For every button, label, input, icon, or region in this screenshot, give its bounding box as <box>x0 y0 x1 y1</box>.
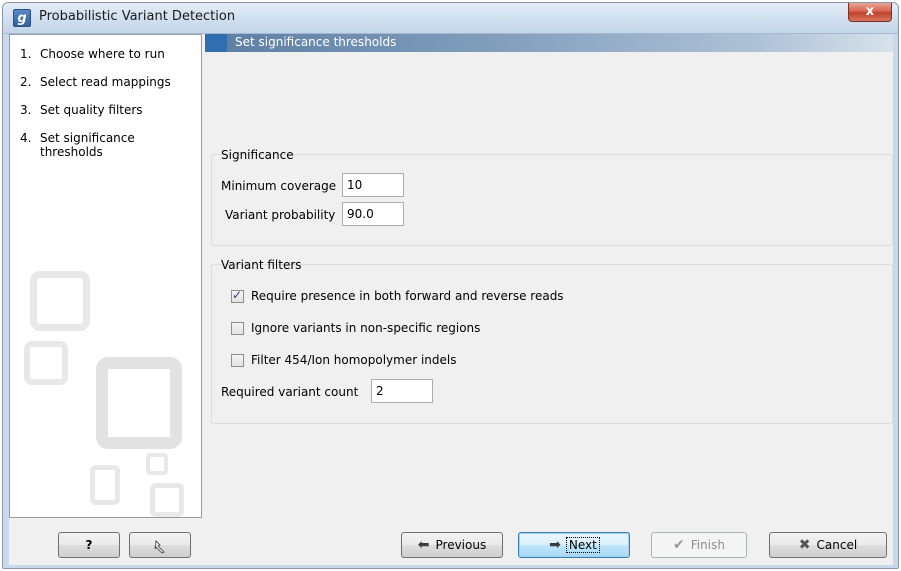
question-mark-icon: ? <box>85 538 93 552</box>
step-label: Select read mappings <box>40 75 171 89</box>
step-label: Set significance thresholds <box>40 131 135 159</box>
wizard-content: Set significance thresholds Significance… <box>205 34 893 518</box>
x-close-icon: ✖ <box>798 537 811 553</box>
next-button[interactable]: ➡ Next <box>518 532 630 558</box>
watermark-square-icon <box>96 357 182 449</box>
dialog-window: g Probabilistic Variant Detection x 1. Ch… <box>2 2 899 569</box>
arrow-left-icon: ⬅ <box>417 537 430 553</box>
minimum-coverage-label: Minimum coverage <box>221 179 337 193</box>
filter-homopolymer-checkbox[interactable] <box>231 354 244 367</box>
next-label: Next <box>565 537 600 553</box>
checkmark-icon: ✔ <box>673 537 685 553</box>
help-button[interactable]: ? <box>58 532 120 558</box>
header-accent <box>205 34 227 52</box>
watermark-square-icon <box>90 465 120 505</box>
variant-filters-group <box>211 264 893 424</box>
previous-label: Previous <box>435 538 487 552</box>
minimum-coverage-input[interactable]: 10 <box>342 173 404 197</box>
close-button[interactable]: x <box>848 3 892 22</box>
dialog-footer: ? ⬅ Previous ➡ Next ✔ Finish ✖ Cancel <box>9 518 893 565</box>
step-label: Choose where to run <box>40 47 165 61</box>
require-forward-reverse-label[interactable]: Require presence in both forward and rev… <box>251 289 564 303</box>
step-number: 4. <box>20 131 32 145</box>
watermark-square-icon <box>30 271 90 331</box>
step-label: Set quality filters <box>40 103 143 117</box>
window-title: Probabilistic Variant Detection <box>39 9 236 24</box>
watermark-square-icon <box>24 341 68 385</box>
step-set-quality-filters: 3. Set quality filters <box>20 103 143 117</box>
ignore-nonspecific-label[interactable]: Ignore variants in non-specific regions <box>251 321 480 335</box>
cancel-button[interactable]: ✖ Cancel <box>769 532 887 558</box>
section-header-title: Set significance thresholds <box>235 35 397 49</box>
cancel-label: Cancel <box>816 538 858 552</box>
variant-filters-group-title: Variant filters <box>221 258 302 272</box>
step-number: 2. <box>20 75 32 89</box>
step-number: 3. <box>20 103 32 117</box>
dialog-body: 1. Choose where to run 2. Select read mapp… <box>9 34 893 565</box>
step-select-read-mappings: 2. Select read mappings <box>20 75 171 89</box>
restore-defaults-button[interactable] <box>129 532 191 558</box>
reset-arrow-icon <box>154 539 165 554</box>
wizard-steps-panel: 1. Choose where to run 2. Select read mapp… <box>9 34 202 518</box>
required-variant-count-input[interactable]: 2 <box>371 379 433 403</box>
finish-button[interactable]: ✔ Finish <box>651 532 747 558</box>
title-bar[interactable]: g Probabilistic Variant Detection x <box>3 3 898 34</box>
significance-group <box>211 154 893 246</box>
section-header: Set significance thresholds <box>205 34 893 52</box>
watermark-square-icon <box>146 453 168 475</box>
step-number: 1. <box>20 47 32 61</box>
finish-label: Finish <box>690 538 725 552</box>
app-logo-icon: g <box>13 9 31 27</box>
variant-probability-input[interactable]: 90.0 <box>342 202 404 226</box>
required-variant-count-label: Required variant count <box>221 385 359 399</box>
filter-homopolymer-label[interactable]: Filter 454/Ion homopolymer indels <box>251 353 457 367</box>
previous-button[interactable]: ⬅ Previous <box>401 532 503 558</box>
variant-probability-label: Variant probability <box>225 208 336 222</box>
step-choose-where-to-run: 1. Choose where to run <box>20 47 165 61</box>
step-set-significance-thresholds: 4. Set significance thresholds <box>20 131 180 159</box>
watermark-square-icon <box>150 483 184 517</box>
ignore-nonspecific-checkbox[interactable] <box>231 322 244 335</box>
require-forward-reverse-checkbox[interactable] <box>231 288 244 303</box>
significance-group-title: Significance <box>221 148 294 162</box>
arrow-right-icon: ➡ <box>549 537 561 553</box>
